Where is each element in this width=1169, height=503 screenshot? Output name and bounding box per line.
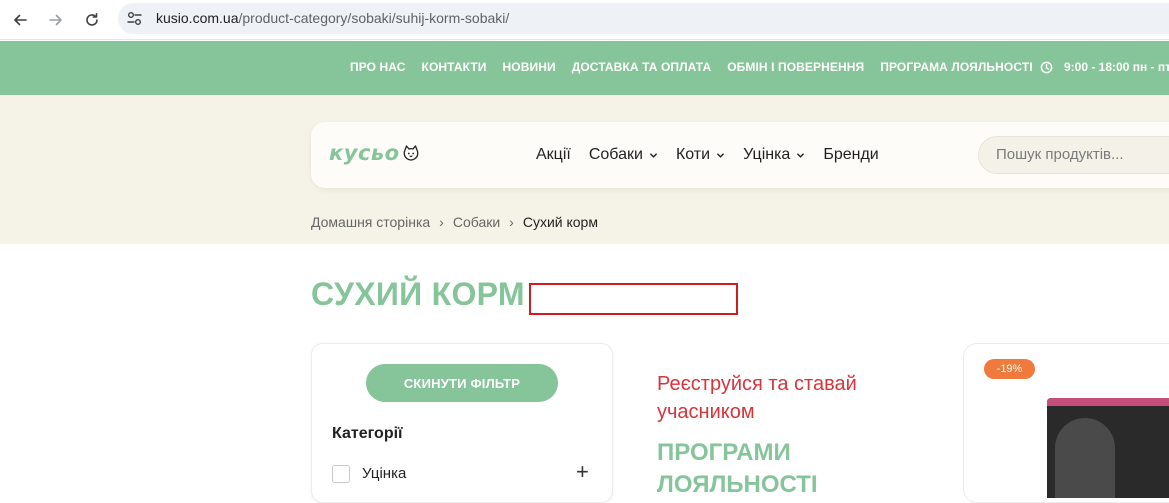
promo-title: ПРОГРАМИ ЛОЯЛЬНОСТІ (657, 439, 818, 498)
site-settings-icon[interactable] (126, 10, 143, 27)
nav-item-label: Акції (536, 146, 571, 163)
highlight-box (529, 283, 738, 315)
reset-filter-button[interactable]: СКИНУТИ ФІЛЬТР (366, 364, 558, 402)
product-image[interactable] (1047, 398, 1169, 498)
search-input[interactable] (996, 146, 1169, 163)
clock-icon (1040, 61, 1053, 73)
reload-button[interactable] (78, 6, 106, 34)
product-search (978, 136, 1169, 174)
cat-face-icon (403, 145, 419, 161)
work-hours-text: 9:00 - 18:00 пн - пт (1064, 60, 1169, 74)
nav-item-label: Коти (675, 146, 711, 163)
nav-item-cats[interactable]: Коти (676, 146, 725, 164)
chevron-right-icon: › (439, 214, 444, 230)
top-link-contacts[interactable]: КОНТАКТИ (422, 60, 487, 74)
top-link-delivery[interactable]: ДОСТАВКА ТА ОПЛАТА (572, 60, 712, 74)
nav-item-brands[interactable]: Бренди (823, 146, 878, 164)
plus-icon[interactable]: + (576, 461, 589, 483)
top-link-returns[interactable]: ОБМІН І ПОВЕРНЕННЯ (727, 60, 864, 74)
arrow-right-icon (49, 14, 62, 26)
forward-button[interactable] (42, 6, 70, 34)
main-nav: Акції Собаки Коти Уцінка Бренди (536, 146, 897, 164)
nav-item-label: Бренди (823, 146, 879, 163)
arrow-left-icon (14, 14, 27, 26)
url-text: kusio.com.ua/product-category/sobaki/suh… (156, 10, 509, 26)
breadcrumb-home[interactable]: Домашня сторінка (311, 214, 430, 230)
nav-item-markdown[interactable]: Уцінка (743, 146, 805, 164)
top-info-bar: ПРО НАС КОНТАКТИ НОВИНИ ДОСТАВКА ТА ОПЛА… (0, 41, 1169, 95)
breadcrumb-dogs[interactable]: Собаки (453, 214, 500, 230)
browser-toolbar: kusio.com.ua/product-category/sobaki/suh… (0, 0, 1169, 40)
product-bag-shade (1055, 418, 1115, 498)
nav-item-label: Собаки (588, 146, 643, 163)
discount-badge: -19% (984, 359, 1035, 379)
back-button[interactable] (6, 6, 34, 34)
top-link-about[interactable]: ПРО НАС (350, 60, 406, 74)
chevron-down-icon (650, 152, 657, 158)
reload-icon (86, 13, 98, 26)
url-host: kusio.com.ua (156, 10, 239, 26)
logo-text: кусьо (329, 141, 400, 165)
nav-item-label: Уцінка (743, 146, 791, 163)
nav-item-promotions[interactable]: Акції (536, 146, 571, 164)
chevron-down-icon (717, 152, 724, 158)
site-logo[interactable]: кусьо (329, 141, 420, 165)
nav-item-dogs[interactable]: Собаки (589, 146, 658, 164)
top-link-news[interactable]: НОВИНИ (503, 60, 556, 74)
chevron-right-icon: › (509, 214, 514, 230)
category-label: Уцінка (362, 465, 407, 482)
categories-heading: Категорії (332, 425, 403, 442)
category-checkbox[interactable] (332, 465, 350, 483)
breadcrumb: Домашня сторінка › Собаки › Сухий корм (311, 214, 598, 230)
chevron-down-icon (797, 152, 805, 158)
address-bar[interactable]: kusio.com.ua/product-category/sobaki/suh… (118, 3, 1169, 34)
breadcrumb-current: Сухий корм (522, 214, 598, 230)
page-title: СУХИЙ КОРМ (311, 276, 525, 312)
top-links: ПРО НАС КОНТАКТИ НОВИНИ ДОСТАВКА ТА ОПЛА… (350, 60, 1049, 74)
url-path: /product-category/sobaki/suhij-korm-soba… (238, 10, 510, 26)
work-hours: 9:00 - 18:00 пн - пт (1040, 60, 1169, 74)
promo-subtitle: Реєструйся та ставай учасником (657, 373, 857, 423)
category-item[interactable]: Уцінка + (332, 461, 592, 484)
top-link-loyalty[interactable]: ПРОГРАМА ЛОЯЛЬНОСТІ (880, 60, 1032, 74)
product-bag-stripe (1047, 398, 1169, 406)
